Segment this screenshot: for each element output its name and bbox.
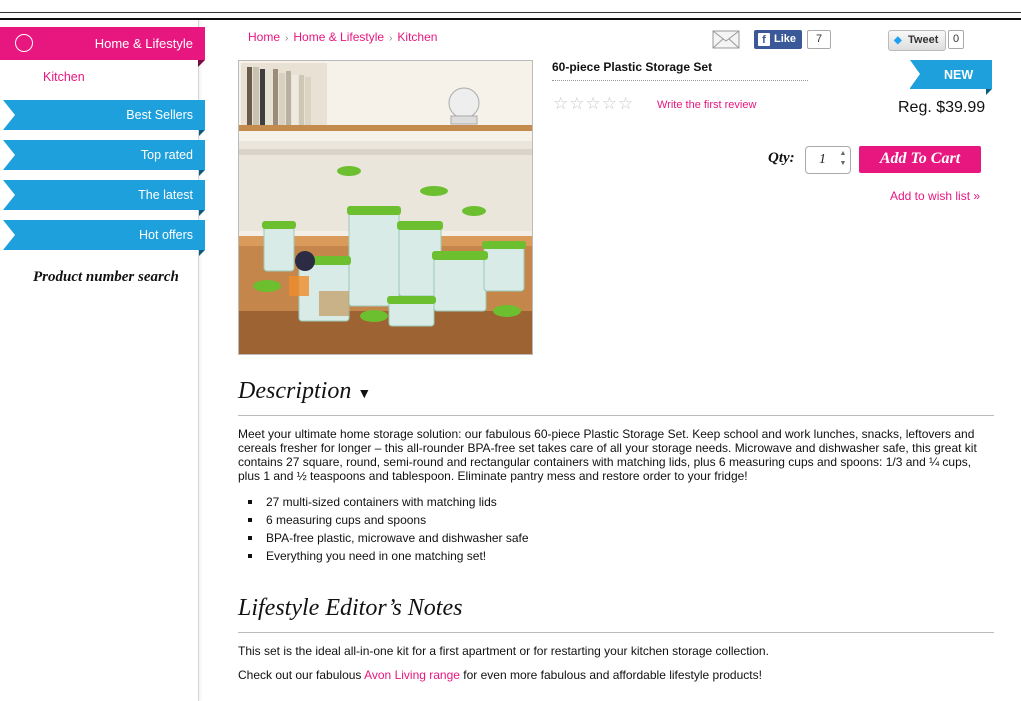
browser-top-bar bbox=[0, 0, 1021, 20]
facebook-like-button[interactable]: f Like bbox=[754, 30, 802, 49]
breadcrumb-kitchen[interactable]: Kitchen bbox=[397, 30, 437, 44]
sidebar-item-best-sellers[interactable]: Best Sellers bbox=[3, 100, 205, 136]
list-item: Everything you need in one matching set! bbox=[246, 549, 529, 567]
circle-icon bbox=[15, 34, 33, 52]
write-review-link[interactable]: Write the first review bbox=[657, 99, 756, 111]
notes-paragraph: This set is the ideal all-in-one kit for… bbox=[238, 644, 769, 658]
tweet-count: 0 bbox=[948, 30, 964, 49]
sidebar-category-label: Home & Lifestyle bbox=[94, 36, 193, 51]
stepper-arrows-icon[interactable]: ▲ ▼ bbox=[838, 149, 848, 171]
email-share-icon[interactable] bbox=[712, 30, 740, 49]
sidebar-item-label: Best Sellers bbox=[126, 108, 193, 122]
star-icon[interactable]: ☆ bbox=[553, 94, 569, 113]
sidebar-category-home-lifestyle[interactable]: Home & Lifestyle bbox=[0, 27, 205, 67]
avon-living-range-link[interactable]: Avon Living range bbox=[364, 668, 460, 682]
sidebar-item-hot-offers[interactable]: Hot offers bbox=[3, 220, 205, 256]
product-number-search-link[interactable]: Product number search bbox=[33, 269, 179, 286]
sidebar-item-label: Hot offers bbox=[139, 228, 193, 242]
qty-label: Qty: bbox=[768, 150, 795, 166]
star-rating[interactable]: ☆☆☆☆☆ bbox=[553, 94, 634, 114]
description-heading[interactable]: Description ▼ bbox=[238, 378, 371, 405]
list-item: 6 measuring cups and spoons bbox=[246, 513, 529, 531]
list-item: 27 multi-sized containers with matching … bbox=[246, 495, 529, 513]
product-image[interactable] bbox=[238, 60, 533, 355]
sidebar-item-label: Top rated bbox=[140, 148, 193, 162]
star-icon[interactable]: ☆ bbox=[569, 94, 585, 113]
like-count: 7 bbox=[807, 30, 831, 49]
triangle-down-icon[interactable]: ▼ bbox=[357, 387, 371, 402]
product-price: Reg. $39.99 bbox=[898, 99, 986, 116]
sidebar-item-the-latest[interactable]: The latest bbox=[3, 180, 205, 216]
star-icon[interactable]: ☆ bbox=[602, 94, 618, 113]
divider bbox=[238, 415, 994, 416]
new-badge: NEW bbox=[910, 60, 992, 95]
product-title: 60-piece Plastic Storage Set bbox=[552, 60, 808, 81]
breadcrumb-home-lifestyle[interactable]: Home & Lifestyle bbox=[293, 30, 384, 44]
twitter-bird-icon: ◆ bbox=[894, 35, 902, 46]
breadcrumb: Home › Home & Lifestyle › Kitchen bbox=[248, 30, 438, 44]
sidebar-item-top-rated[interactable]: Top rated bbox=[3, 140, 205, 176]
notes-paragraph-2: Check out our fabulous Avon Living range… bbox=[238, 668, 762, 682]
sidebar-item-label: The latest bbox=[138, 188, 193, 202]
feature-list: 27 multi-sized containers with matching … bbox=[246, 495, 529, 567]
sidebar: Home & Lifestyle Kitchen Best Sellers To… bbox=[0, 20, 205, 701]
divider bbox=[238, 632, 994, 633]
add-to-wish-list-link[interactable]: Add to wish list » bbox=[890, 189, 980, 203]
tweet-button[interactable]: ◆ Tweet bbox=[888, 30, 946, 51]
breadcrumb-home[interactable]: Home bbox=[248, 30, 280, 44]
add-to-cart-button[interactable]: Add To Cart bbox=[859, 146, 981, 173]
quantity-stepper[interactable]: 1 ▲ ▼ bbox=[805, 146, 851, 174]
sidebar-item-kitchen[interactable]: Kitchen bbox=[43, 70, 85, 84]
star-icon[interactable]: ☆ bbox=[586, 94, 602, 113]
quantity-value[interactable]: 1 bbox=[819, 152, 826, 168]
editor-notes-heading: Lifestyle Editor’s Notes bbox=[238, 595, 463, 621]
list-item: BPA-free plastic, microwave and dishwash… bbox=[246, 531, 529, 549]
star-icon[interactable]: ☆ bbox=[618, 94, 634, 113]
facebook-icon: f bbox=[758, 33, 770, 46]
description-text: Meet your ultimate home storage solution… bbox=[238, 427, 977, 483]
